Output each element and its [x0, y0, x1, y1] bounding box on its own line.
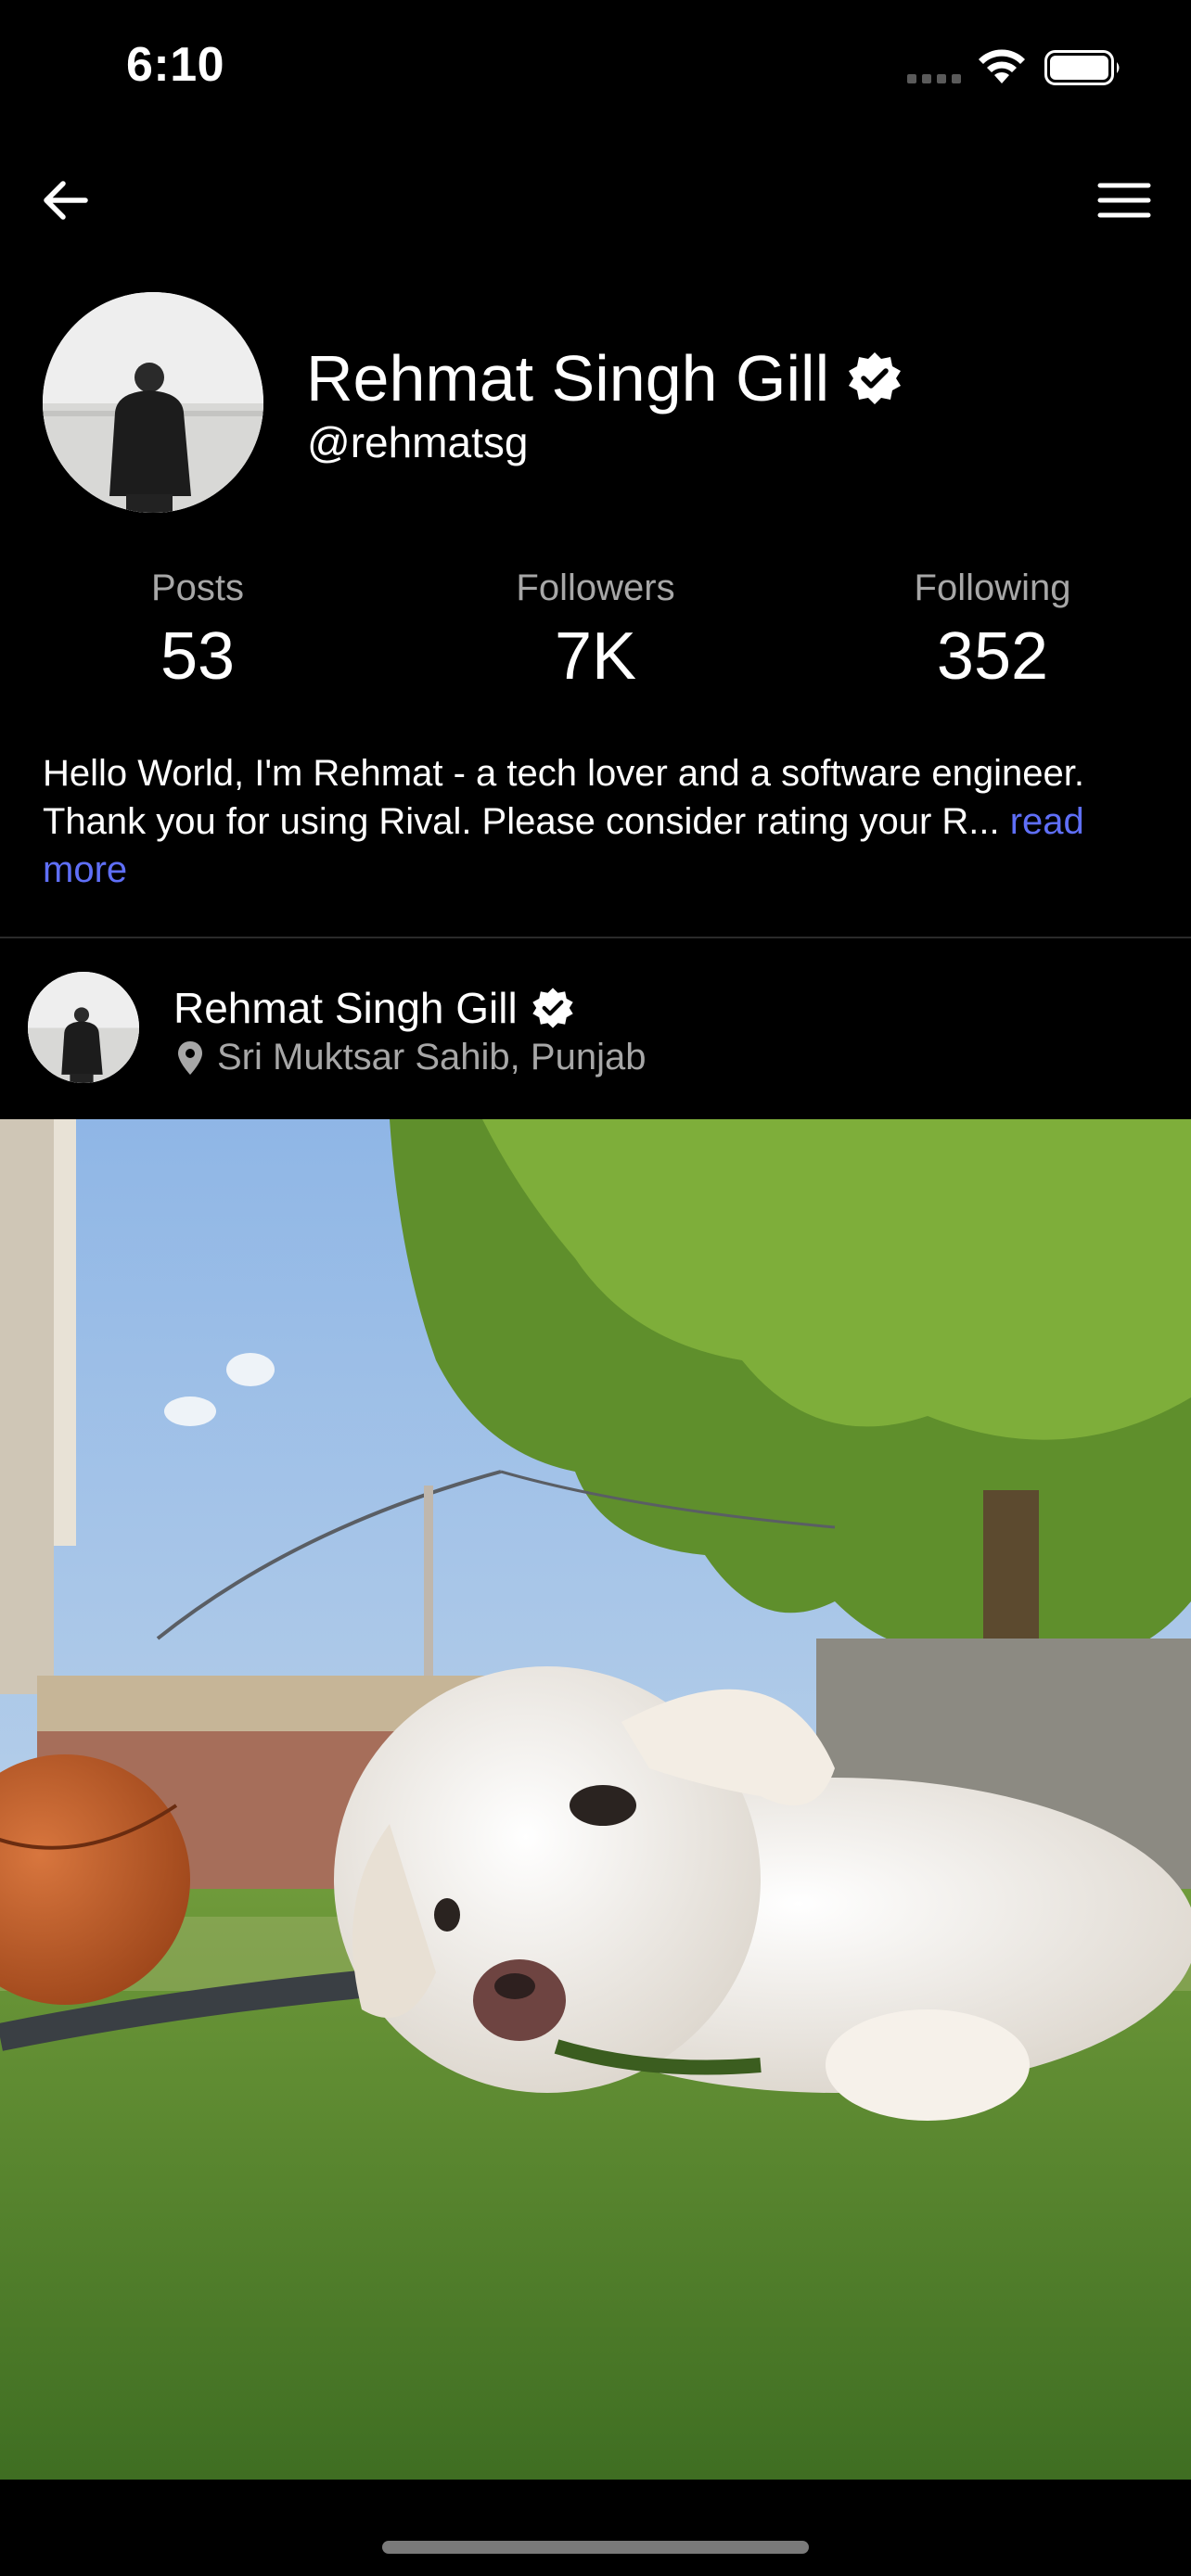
home-indicator[interactable]	[382, 2541, 809, 2554]
verified-badge-icon	[849, 352, 902, 404]
stat-value: 53	[160, 619, 236, 694]
bio-text: Hello World, I'm Rehmat - a tech lover a…	[43, 753, 1084, 842]
hamburger-menu-icon[interactable]	[1095, 171, 1154, 230]
wifi-icon	[979, 49, 1025, 83]
battery-icon	[1044, 50, 1120, 85]
stat-followers[interactable]: Followers 7K	[456, 567, 735, 695]
post-location-text: Sri Muktsar Sahib, Punjab	[217, 1037, 647, 1078]
profile-bio: Hello World, I'm Rehmat - a tech lover a…	[43, 749, 1156, 894]
post-image[interactable]	[0, 1119, 1191, 2480]
post-location[interactable]: Sri Muktsar Sahib, Punjab	[176, 1037, 646, 1078]
cellular-signal-icon	[907, 74, 963, 83]
post-author[interactable]: Rehmat Singh Gill	[173, 983, 575, 1033]
stat-label: Posts	[150, 567, 245, 608]
profile-name-text: Rehmat Singh Gill	[306, 342, 830, 414]
stat-label: Followers	[516, 567, 675, 608]
arrow-left-icon[interactable]	[37, 171, 96, 230]
stat-posts[interactable]: Posts 53	[58, 567, 337, 695]
top-navigation-bar	[0, 158, 1191, 241]
post-author-avatar[interactable]	[28, 972, 139, 1083]
profile-handle: @rehmatsg	[307, 418, 529, 466]
stat-value: 7K	[554, 619, 637, 694]
stat-following[interactable]: Following 352	[853, 567, 1132, 695]
verified-badge-icon	[532, 988, 573, 1028]
status-time: 6:10	[126, 38, 225, 92]
profile-display-name: Rehmat Singh Gill	[306, 341, 903, 415]
post-author-name: Rehmat Singh Gill	[173, 984, 518, 1032]
section-divider	[0, 937, 1191, 938]
stat-label: Following	[914, 567, 1071, 608]
stat-value: 352	[936, 619, 1049, 694]
status-bar: 6:10	[0, 0, 1191, 139]
profile-avatar[interactable]	[43, 292, 263, 513]
location-pin-icon	[178, 1040, 202, 1075]
